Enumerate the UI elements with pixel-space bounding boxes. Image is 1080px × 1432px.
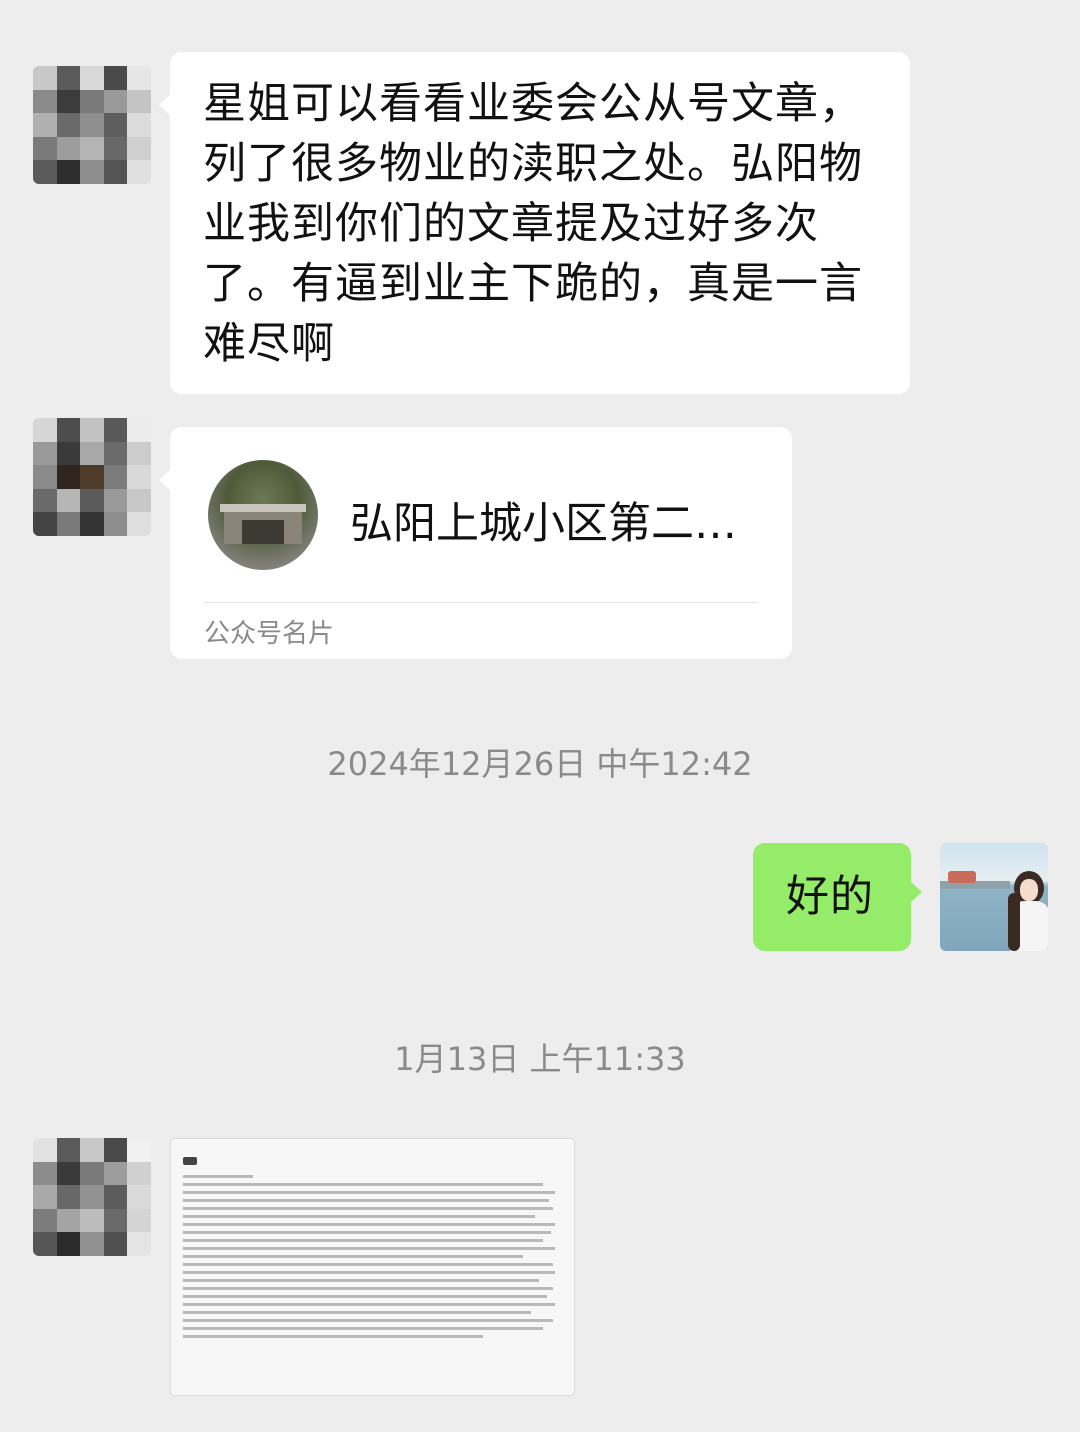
outgoing-message-bubble[interactable]: 好的 [753, 843, 922, 951]
document-image-icon [183, 1149, 562, 1385]
message-text: 好的 [786, 872, 874, 922]
chat-timestamp: 1月13日 上午11:33 [394, 1040, 686, 1078]
card-divider [204, 602, 758, 603]
contact-avatar[interactable] [33, 418, 151, 536]
bubble-tail [159, 94, 171, 116]
account-card-title: 弘阳上城小区第二… [350, 499, 737, 549]
incoming-message-bubble[interactable]: 星姐可以看看业委会公从号文章，列了很多物业的渎职之处。弘阳物业我到你们的文章提及… [159, 52, 910, 394]
account-card-footer: 公众号名片 [204, 619, 335, 649]
document-image-message[interactable] [170, 1138, 575, 1396]
account-card[interactable]: 弘阳上城小区第二… 公众号名片 [159, 427, 792, 659]
bubble-tail [910, 881, 922, 903]
account-logo-icon [208, 460, 318, 570]
contact-avatar[interactable] [33, 66, 151, 184]
bubble-tail [159, 469, 171, 491]
self-avatar[interactable] [940, 843, 1048, 951]
chat-timestamp: 2024年12月26日 中午12:42 [327, 745, 753, 783]
contact-avatar[interactable] [33, 1138, 151, 1256]
message-text: 星姐可以看看业委会公从号文章，列了很多物业的渎职之处。弘阳物业我到你们的文章提及… [203, 79, 863, 369]
